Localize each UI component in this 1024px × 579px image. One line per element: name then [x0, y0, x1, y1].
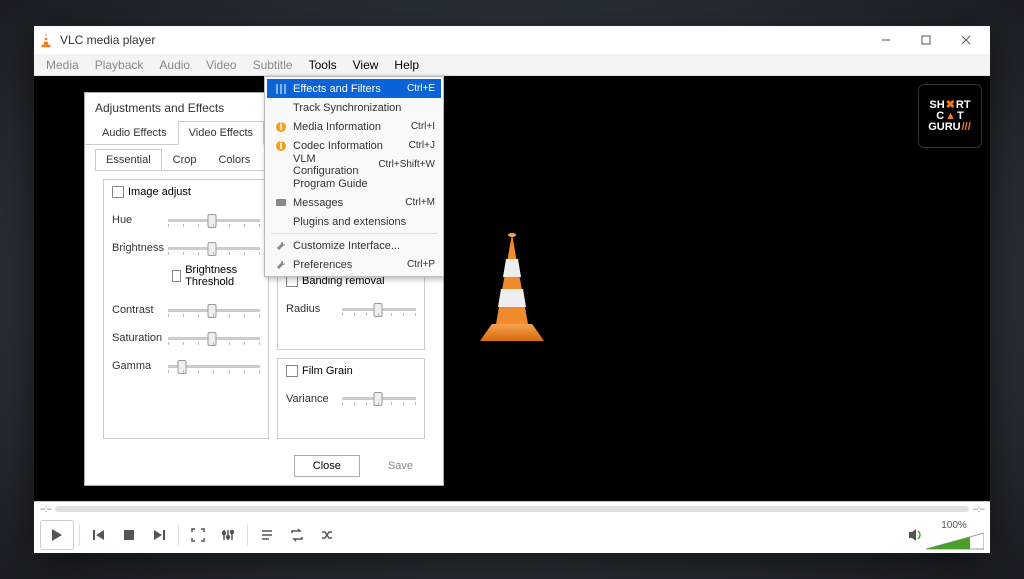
image-adjust-checkbox[interactable] [112, 186, 124, 198]
dd-vlm-config[interactable]: VLM Configuration Ctrl+Shift+W [267, 155, 441, 174]
play-button[interactable] [40, 520, 74, 550]
gamma-slider[interactable] [168, 365, 260, 368]
save-button-dialog[interactable]: Save [370, 455, 431, 477]
contrast-slider[interactable] [168, 309, 260, 312]
window-title: VLC media player [60, 33, 866, 47]
dropdown-separator [271, 233, 437, 234]
dd-customize-interface[interactable]: Customize Interface... [267, 236, 441, 255]
shortcut-guru-logo: SH✖RT C▲T GURU/// [918, 84, 982, 148]
image-adjust-label: Image adjust [128, 186, 191, 198]
next-button[interactable] [145, 521, 173, 549]
volume-label: 100% [941, 520, 967, 531]
messages-icon [273, 195, 289, 211]
menu-video[interactable]: Video [198, 54, 244, 75]
film-grain-label: Film Grain [302, 365, 353, 377]
dd-program-guide[interactable]: Program Guide [267, 174, 441, 193]
dd-effects-and-filters[interactable]: Effects and Filters Ctrl+E [267, 79, 441, 98]
menu-subtitle[interactable]: Subtitle [245, 54, 301, 75]
variance-slider[interactable] [342, 397, 416, 400]
extended-settings-button[interactable] [214, 521, 242, 549]
tab-audio-effects[interactable]: Audio Effects [91, 121, 178, 145]
radius-slider[interactable] [342, 308, 416, 311]
maximize-button[interactable] [906, 26, 946, 54]
volume-slider[interactable] [926, 531, 984, 551]
subtab-colors[interactable]: Colors [207, 149, 261, 171]
subtab-crop[interactable]: Crop [162, 149, 208, 171]
close-button[interactable] [946, 26, 986, 54]
menu-playback[interactable]: Playback [87, 54, 152, 75]
loop-button[interactable] [283, 521, 311, 549]
brightness-slider[interactable] [168, 247, 260, 250]
tab-video-effects[interactable]: Video Effects [178, 121, 264, 145]
stop-button[interactable] [115, 521, 143, 549]
dd-track-sync[interactable]: Track Synchronization [267, 98, 441, 117]
svg-text:i: i [279, 121, 282, 133]
speaker-icon[interactable] [908, 528, 924, 542]
film-grain-panel: Film Grain Variance [277, 358, 425, 439]
titlebar: VLC media player [34, 26, 990, 54]
info-icon: i [273, 119, 289, 135]
playback-controls: --:-- --:-- 100% [34, 501, 990, 553]
fullscreen-button[interactable] [184, 521, 212, 549]
playlist-button[interactable] [253, 521, 281, 549]
close-button-dialog[interactable]: Close [294, 455, 360, 477]
menu-tools[interactable]: Tools [301, 54, 345, 75]
brightness-threshold-label: Brightness Threshold [185, 264, 260, 288]
info-icon: i [273, 138, 289, 154]
menu-view[interactable]: View [345, 54, 387, 75]
minimize-button[interactable] [866, 26, 906, 54]
image-adjust-panel: Image adjust Hue Brightness Brightness T… [103, 179, 269, 439]
app-window: VLC media player Media Playback Audio Vi… [34, 26, 990, 553]
menu-audio[interactable]: Audio [151, 54, 198, 75]
menu-help[interactable]: Help [386, 54, 427, 75]
seek-bar: --:-- --:-- [34, 502, 990, 516]
dd-media-info[interactable]: i Media Information Ctrl+I [267, 117, 441, 136]
subtab-essential[interactable]: Essential [95, 149, 162, 171]
film-grain-checkbox[interactable] [286, 365, 298, 377]
menubar: Media Playback Audio Video Subtitle Tool… [34, 54, 990, 76]
banding-removal-label: Banding removal [302, 275, 385, 287]
banding-removal-panel: Banding removal Radius [277, 268, 425, 349]
banding-removal-checkbox[interactable] [286, 275, 298, 287]
hue-slider[interactable] [168, 219, 260, 222]
dd-preferences[interactable]: Preferences Ctrl+P [267, 255, 441, 274]
vlc-cone-logo [462, 229, 562, 349]
previous-button[interactable] [85, 521, 113, 549]
wrench-icon [273, 257, 289, 273]
tools-dropdown: Effects and Filters Ctrl+E Track Synchro… [264, 76, 444, 277]
brightness-threshold-checkbox[interactable] [172, 270, 181, 282]
saturation-slider[interactable] [168, 337, 260, 340]
time-elapsed: --:-- [40, 504, 51, 515]
equalizer-icon [273, 81, 289, 97]
svg-text:i: i [279, 140, 282, 152]
menu-media[interactable]: Media [38, 54, 87, 75]
dd-plugins[interactable]: Plugins and extensions [267, 212, 441, 231]
wrench-icon [273, 238, 289, 254]
shuffle-button[interactable] [313, 521, 341, 549]
time-remaining: --:-- [973, 504, 984, 515]
vlc-cone-icon [38, 32, 54, 48]
seek-track[interactable] [55, 506, 969, 512]
dd-messages[interactable]: Messages Ctrl+M [267, 193, 441, 212]
